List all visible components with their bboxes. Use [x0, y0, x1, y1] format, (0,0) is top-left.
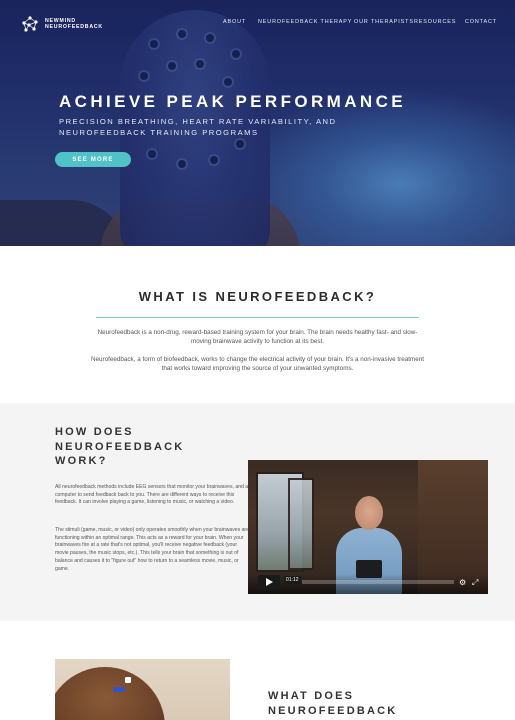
play-icon — [265, 578, 273, 586]
how-it-works-paragraph-2: The stimuli (game, music, or video) only… — [55, 527, 249, 572]
logo-line-1: NEWMIND — [45, 17, 76, 24]
how-it-works-title: HOW DOES NEUROFEEDBACK WORK? — [55, 426, 185, 467]
section-divider — [96, 317, 419, 318]
what-is-title-suffix: ? — [365, 289, 377, 304]
gear-icon[interactable]: ⚙ — [459, 579, 466, 587]
what-does-title: WHAT DOES NEUROFEEDBACK — [268, 690, 398, 717]
site-logo[interactable]: NEWMIND NEUROFEEDBACK — [20, 14, 103, 34]
photo-hair — [55, 667, 165, 720]
fullscreen-icon[interactable]: ⤢ — [472, 579, 478, 587]
what-is-paragraph-2: Neurofeedback, a form of biofeedback, wo… — [90, 356, 424, 373]
what-is-title-prefix: WHAT IS — [138, 289, 216, 304]
what-is-title: WHAT IS NEUROFEEDBACK? — [0, 289, 515, 304]
video-person-head — [355, 496, 383, 530]
nav-item-contact[interactable]: CONTACT — [465, 19, 497, 25]
photo-sensor-wire — [113, 687, 125, 692]
nav-item-resources[interactable]: RESOURCES — [414, 19, 456, 25]
video-window-scene — [288, 478, 314, 570]
what-is-paragraph-1: Neurofeedback is a non-drug, reward-base… — [97, 329, 418, 346]
see-more-button[interactable]: SEE MORE — [55, 152, 131, 167]
video-progress-bar[interactable] — [302, 580, 454, 584]
logo-line-2: NEUROFEEDBACK — [45, 24, 103, 30]
brain-network-icon — [22, 16, 38, 32]
hero-banner: NEWMIND NEUROFEEDBACK ABOUT NEUROFEEDBAC… — [0, 0, 515, 246]
logo-text: NEWMIND NEUROFEEDBACK — [45, 18, 103, 31]
hero-subtitle: PRECISION BREATHING, HEART RATE VARIABIL… — [59, 117, 337, 137]
nav-item-neurofeedback-therapy[interactable]: NEUROFEEDBACK THERAPY — [258, 19, 352, 25]
nav-item-our-therapists[interactable]: OUR THERAPISTS — [354, 19, 414, 25]
what-is-title-bold: NEUROFEEDBACK — [215, 289, 366, 304]
eeg-sensor-photo — [55, 659, 230, 720]
hero-title: ACHIEVE PEAK PERFORMANCE — [59, 92, 407, 111]
video-time: 01:12 — [284, 576, 301, 584]
how-it-works-section: HOW DOES NEUROFEEDBACK WORK? All neurofe… — [0, 403, 515, 621]
how-it-works-paragraph-1: All neurofeedback methods include EEG se… — [55, 484, 249, 506]
video-player[interactable]: 01:12 ⚙ ⤢ — [248, 460, 488, 594]
play-button[interactable] — [258, 575, 280, 589]
nav-item-about[interactable]: ABOUT — [223, 19, 246, 25]
photo-sensor — [125, 677, 131, 683]
